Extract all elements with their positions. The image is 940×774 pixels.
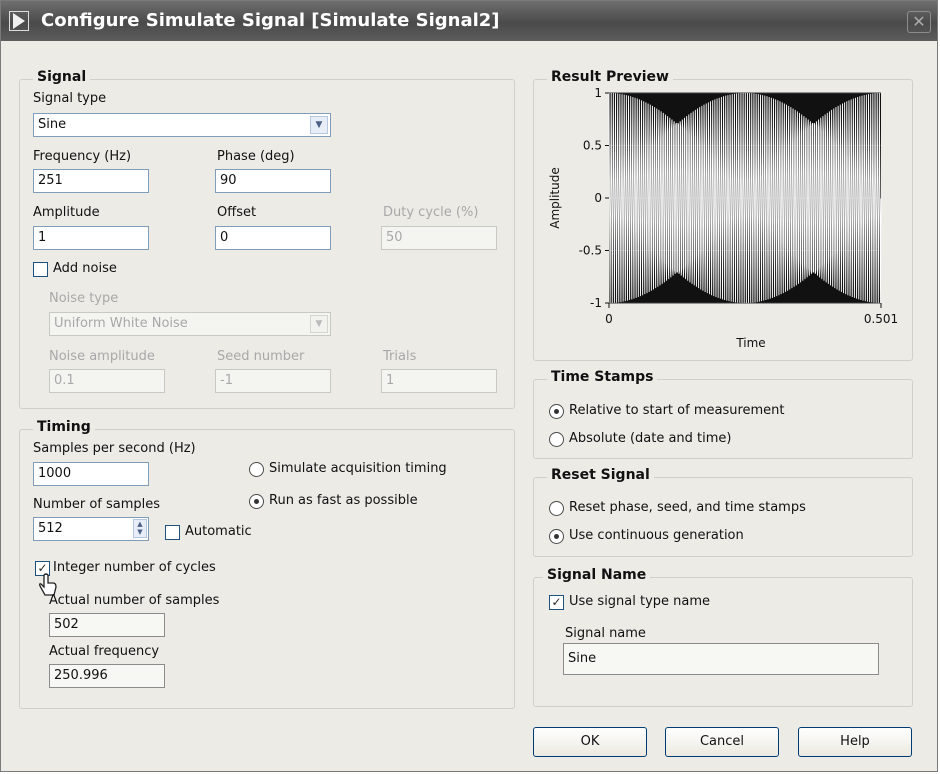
frequency-label: Frequency (Hz) — [33, 149, 132, 164]
add-noise-checkbox[interactable] — [33, 262, 48, 277]
y-axis-title: Amplitude — [548, 167, 562, 229]
y-tick-label: -0.5 — [579, 244, 602, 258]
result-preview-chart: 10.50-0.5-10 0.501 Amplitude Time — [548, 86, 898, 350]
duty-cycle-input[interactable]: 50 — [381, 226, 497, 250]
y-tick-label: 1 — [594, 86, 602, 100]
signal-name-title: Signal Name — [543, 567, 651, 583]
signal-name-input[interactable]: Sine — [563, 643, 879, 675]
relative-timestamp-radio[interactable] — [549, 404, 564, 419]
cancel-button[interactable]: Cancel — [665, 727, 779, 757]
time-stamps-title: Time Stamps — [547, 369, 658, 385]
reset-phase-label: Reset phase, seed, and time stamps — [569, 500, 806, 515]
x-tick-label: 0 — [605, 312, 613, 326]
number-of-samples-value: 512 — [38, 521, 63, 536]
configure-simulate-signal-dialog: Configure Simulate Signal [Simulate Sign… — [0, 0, 938, 772]
simulate-acquisition-timing-label: Simulate acquisition timing — [269, 461, 447, 476]
amplitude-input[interactable]: 1 — [33, 226, 149, 250]
reset-phase-radio[interactable] — [549, 501, 564, 516]
noise-type-label: Noise type — [49, 291, 119, 306]
absolute-timestamp-radio[interactable] — [549, 432, 564, 447]
integer-cycles-label: Integer number of cycles — [53, 560, 216, 575]
signal-type-label: Signal type — [33, 91, 107, 106]
x-tick-label: 0.501 — [864, 312, 898, 326]
simulate-acquisition-timing-radio[interactable] — [249, 462, 264, 477]
offset-input[interactable]: 0 — [215, 226, 331, 250]
signal-type-value: Sine — [38, 117, 67, 132]
trials-input[interactable]: 1 — [381, 369, 497, 393]
signal-name-label: Signal name — [565, 626, 646, 641]
offset-label: Offset — [217, 205, 257, 220]
y-tick-label: -1 — [590, 296, 602, 310]
number-of-samples-input[interactable]: 512 — [33, 517, 149, 541]
chevron-down-icon[interactable]: ▼ — [310, 315, 328, 333]
time-stamps-group — [533, 379, 913, 459]
title-bar[interactable]: Configure Simulate Signal [Simulate Sign… — [1, 1, 937, 41]
number-of-samples-stepper[interactable]: ▲ ▼ — [133, 519, 147, 538]
run-as-fast-radio[interactable] — [249, 494, 264, 509]
noise-type-value: Uniform White Noise — [54, 316, 188, 331]
samples-per-second-input[interactable]: 1000 — [33, 462, 149, 486]
continuous-generation-label: Use continuous generation — [569, 528, 744, 543]
use-signal-type-name-checkbox[interactable]: ✓ — [549, 595, 564, 610]
reset-signal-group — [533, 477, 913, 557]
duty-cycle-label: Duty cycle (%) — [383, 205, 479, 220]
number-of-samples-label: Number of samples — [33, 497, 161, 512]
reset-signal-title: Reset Signal — [547, 467, 654, 483]
noise-amplitude-label: Noise amplitude — [49, 349, 155, 364]
add-noise-label: Add noise — [53, 261, 117, 276]
phase-label: Phase (deg) — [217, 149, 295, 164]
actual-samples-label: Actual number of samples — [49, 593, 220, 608]
x-axis-title: Time — [735, 336, 765, 350]
use-signal-type-name-label: Use signal type name — [569, 594, 711, 609]
amplitude-label: Amplitude — [33, 205, 100, 220]
labview-express-icon — [9, 11, 29, 31]
signal-group-title: Signal — [33, 69, 91, 85]
ok-button[interactable]: OK — [533, 727, 647, 757]
signal-type-select[interactable]: Sine ▼ — [33, 113, 331, 137]
actual-samples-value: 502 — [49, 613, 165, 637]
noise-type-select[interactable]: Uniform White Noise ▼ — [49, 312, 331, 336]
automatic-checkbox[interactable] — [165, 525, 180, 540]
relative-timestamp-label: Relative to start of measurement — [569, 403, 785, 418]
timing-group-title: Timing — [33, 419, 95, 435]
seed-number-input[interactable]: -1 — [215, 369, 331, 393]
actual-frequency-label: Actual frequency — [49, 644, 160, 659]
continuous-generation-radio[interactable] — [549, 529, 564, 544]
trials-label: Trials — [383, 349, 417, 364]
y-tick-label: 0 — [594, 191, 602, 205]
automatic-label: Automatic — [185, 524, 252, 539]
close-button[interactable]: ✕ — [907, 11, 931, 33]
noise-amplitude-input[interactable]: 0.1 — [49, 369, 165, 393]
y-tick-label: 0.5 — [583, 139, 602, 153]
absolute-timestamp-label: Absolute (date and time) — [569, 431, 732, 446]
frequency-input[interactable]: 251 — [33, 169, 149, 193]
phase-input[interactable]: 90 — [215, 169, 331, 193]
seed-number-label: Seed number — [217, 349, 305, 364]
help-button[interactable]: Help — [798, 727, 912, 757]
actual-frequency-value: 250.996 — [49, 664, 165, 688]
window-title: Configure Simulate Signal [Simulate Sign… — [41, 10, 500, 31]
samples-per-second-label: Samples per second (Hz) — [33, 441, 196, 456]
run-as-fast-label: Run as fast as possible — [269, 493, 418, 508]
chevron-down-icon[interactable]: ▼ — [310, 116, 328, 134]
